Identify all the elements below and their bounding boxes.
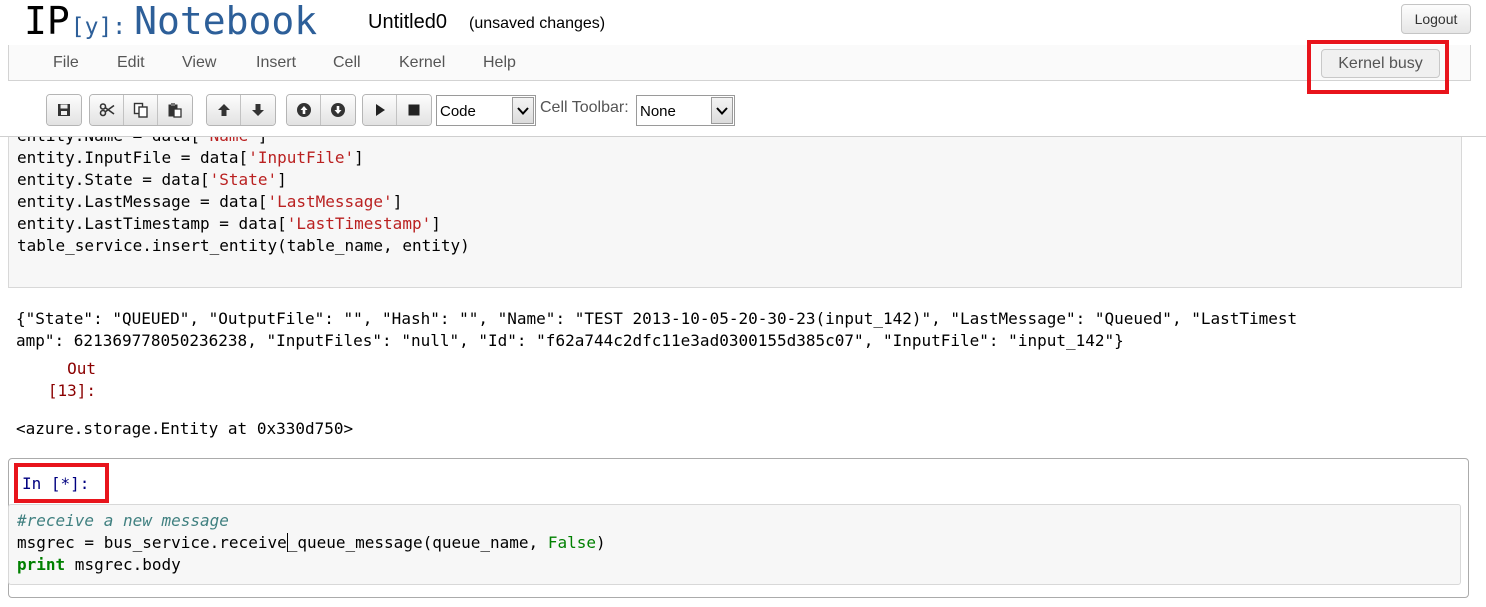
stdout-line: amp": 621369778050236238, "InputFiles": …	[16, 331, 1124, 350]
paste-icon	[168, 103, 182, 118]
menu-kernel[interactable]: Kernel	[399, 54, 445, 72]
code-line: print msgrec.body	[17, 555, 181, 574]
logo-y: [y]:	[70, 14, 127, 40]
clipboard-group	[89, 94, 193, 126]
paste-button[interactable]	[158, 95, 192, 125]
code-line: entity.InputFile = data['InputFile']	[17, 148, 364, 167]
save-button[interactable]	[47, 95, 81, 125]
logo-notebook: Notebook	[134, 0, 318, 43]
code-line: table_service.insert_entity(table_name, …	[17, 236, 470, 255]
menu-help[interactable]: Help	[483, 54, 516, 72]
code-input-1[interactable]: entity.Name = data['Name'] entity.InputF…	[8, 137, 1462, 288]
chevron-down-icon	[512, 97, 534, 124]
copy-icon	[133, 102, 148, 118]
insert-below-icon	[331, 103, 345, 117]
run-icon	[375, 104, 385, 116]
move-down-icon	[252, 104, 264, 116]
move-up-icon	[217, 104, 230, 116]
logout-button[interactable]: Logout	[1401, 4, 1471, 34]
move-group	[206, 94, 276, 126]
menu-view[interactable]: View	[182, 54, 216, 72]
toolbar: Code Cell Toolbar: None	[0, 88, 1486, 136]
code-line: entity.Name = data['Name']	[17, 137, 267, 147]
cell-type-value: Code	[440, 103, 476, 120]
move-up-button[interactable]	[207, 95, 241, 125]
insert-above-icon	[296, 103, 311, 117]
save-group	[46, 94, 82, 126]
save-status: (unsaved changes)	[469, 15, 606, 32]
insert-below-button[interactable]	[321, 95, 355, 125]
code-line: entity.State = data['State']	[17, 170, 287, 189]
out-prompt: Out [13]:	[47, 359, 96, 400]
insert-group	[286, 94, 356, 126]
stop-icon	[408, 104, 420, 116]
interrupt-button[interactable]	[397, 95, 431, 125]
header: IP [y]: Notebook Untitled0 (unsaved chan…	[0, 0, 1486, 46]
code-line: msgrec = bus_service.receive_queue_messa…	[17, 533, 606, 552]
cell-type-select[interactable]: Code	[436, 95, 536, 126]
menu-file[interactable]: File	[53, 54, 79, 72]
notebook-name[interactable]: Untitled0	[368, 11, 447, 34]
menu-cell[interactable]: Cell	[333, 54, 361, 72]
logo-ip: IP	[24, 0, 70, 43]
cut-icon	[99, 103, 114, 117]
code-comment: #receive a new message	[17, 511, 229, 530]
menu-insert[interactable]: Insert	[256, 54, 296, 72]
chevron-down-icon	[711, 97, 733, 124]
insert-above-button[interactable]	[287, 95, 321, 125]
save-icon	[58, 104, 70, 116]
code-line: entity.LastTimestamp = data['LastTimesta…	[17, 214, 441, 233]
copy-button[interactable]	[124, 95, 158, 125]
cell-toolbar-label: Cell Toolbar:	[540, 99, 629, 116]
cell-toolbar-select[interactable]: None	[636, 95, 735, 126]
run-cell-button[interactable]	[363, 95, 397, 125]
move-down-button[interactable]	[241, 95, 275, 125]
code-line: entity.LastMessage = data['LastMessage']	[17, 192, 403, 211]
code-input-2[interactable]: #receive a new message msgrec = bus_serv…	[8, 504, 1461, 585]
run-group	[362, 94, 432, 126]
stdout-line: {"State": "QUEUED", "OutputFile": "", "H…	[16, 309, 1298, 328]
ipython-logo[interactable]: IP [y]: Notebook	[24, 0, 317, 44]
menubar: File Edit View Insert Cell Kernel Help	[8, 45, 1471, 81]
output-result: <azure.storage.Entity at 0x330d750>	[16, 419, 354, 438]
kernel-status-highlight	[1307, 40, 1449, 94]
cut-button[interactable]	[90, 95, 124, 125]
cell-toolbar-value: None	[640, 103, 676, 120]
in-prompt-highlight	[14, 463, 109, 503]
menu-edit[interactable]: Edit	[117, 54, 145, 72]
